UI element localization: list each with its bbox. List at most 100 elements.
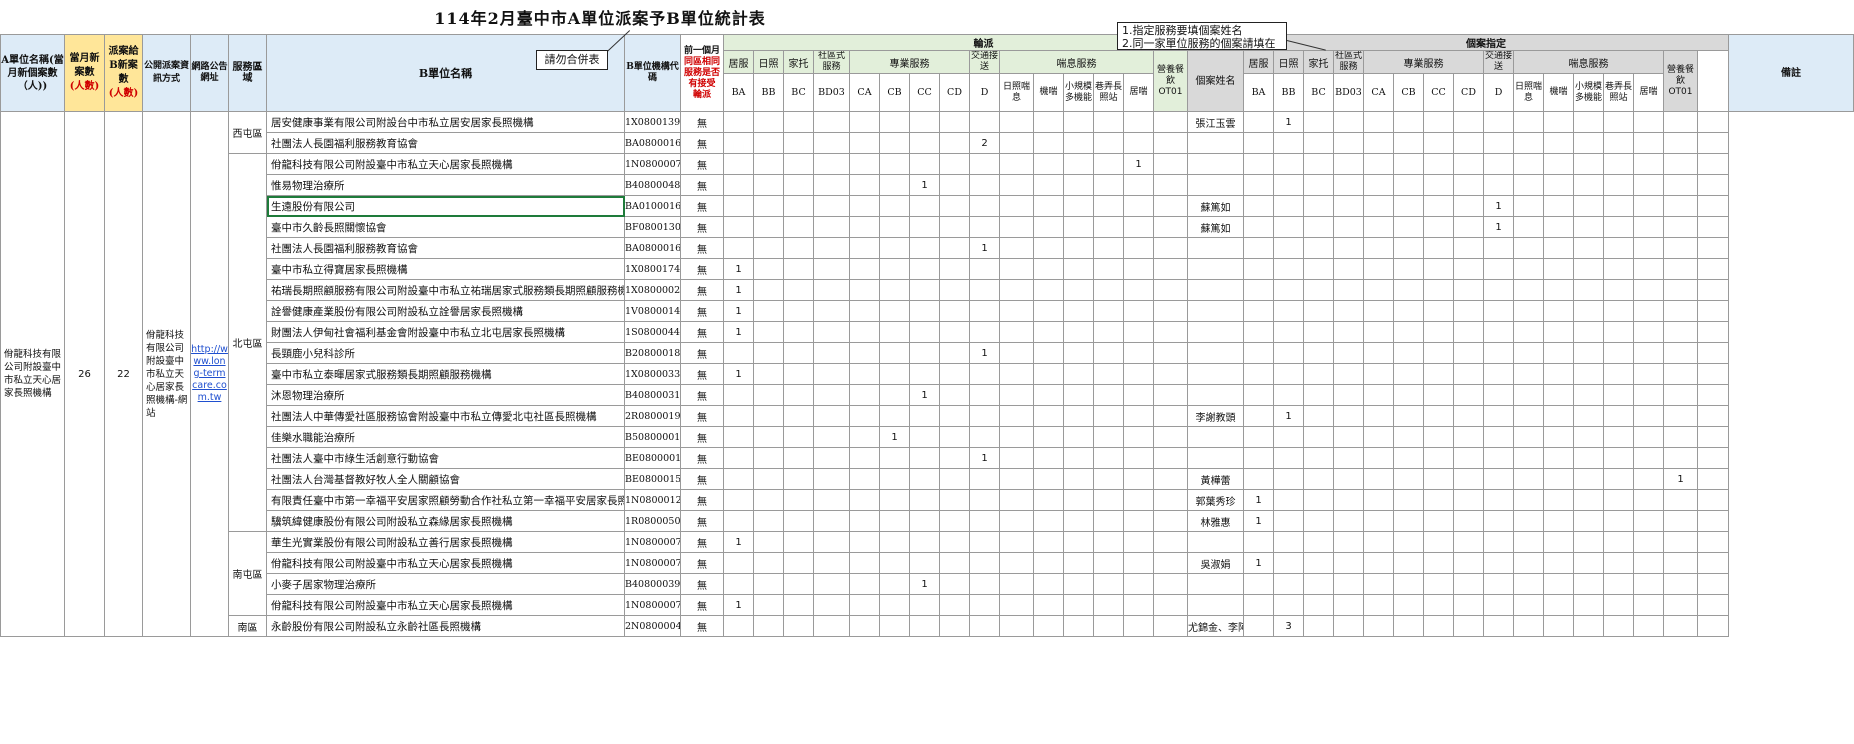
rotation-cell[interactable] — [1033, 615, 1064, 637]
rotation-cell[interactable] — [753, 615, 784, 637]
rotation-cell[interactable] — [1123, 258, 1154, 280]
designated-cell[interactable] — [1453, 363, 1484, 385]
rotation-cell[interactable] — [723, 468, 754, 490]
designated-cell[interactable] — [1483, 384, 1514, 406]
rotation-cell[interactable] — [999, 279, 1034, 301]
rotation-cell[interactable] — [1093, 615, 1124, 637]
rotation-cell[interactable] — [909, 153, 940, 175]
rotation-cell[interactable] — [1093, 468, 1124, 490]
designated-cell[interactable] — [1423, 300, 1454, 322]
prev-month-flag[interactable]: 無 — [680, 552, 724, 574]
designated-cell[interactable] — [1273, 552, 1304, 574]
designated-cell[interactable] — [1423, 111, 1454, 133]
rotation-cell[interactable] — [1153, 195, 1188, 217]
rotation-cell[interactable] — [849, 531, 880, 553]
designated-cell[interactable] — [1513, 363, 1544, 385]
designated-cell[interactable] — [1453, 426, 1484, 448]
designated-cell[interactable] — [1543, 300, 1574, 322]
designated-cell[interactable] — [1543, 258, 1574, 280]
designated-cell[interactable] — [1663, 405, 1698, 427]
designated-cell[interactable] — [1453, 489, 1484, 511]
rotation-cell[interactable] — [969, 384, 1000, 406]
rotation-cell[interactable] — [879, 531, 910, 553]
b-unit-code[interactable]: B40800039 — [624, 573, 681, 595]
rotation-cell[interactable] — [879, 573, 910, 595]
rotation-cell[interactable] — [1093, 174, 1124, 196]
designated-cell[interactable] — [1573, 363, 1604, 385]
rotation-cell[interactable] — [999, 573, 1034, 595]
designated-cell[interactable] — [1573, 489, 1604, 511]
b-unit-name[interactable]: 佾龍科技有限公司附設臺中市私立天心居家長照機構 — [266, 153, 625, 175]
remarks-cell[interactable] — [1697, 573, 1729, 595]
rotation-cell[interactable] — [1033, 447, 1064, 469]
rotation-cell[interactable] — [969, 216, 1000, 238]
designated-cell[interactable] — [1513, 384, 1544, 406]
rotation-cell[interactable] — [783, 195, 814, 217]
rotation-cell[interactable] — [1063, 195, 1094, 217]
designated-cell[interactable] — [1633, 279, 1664, 301]
designated-cell[interactable] — [1363, 489, 1394, 511]
case-name[interactable] — [1187, 531, 1244, 553]
designated-cell[interactable]: 1 — [1243, 552, 1274, 574]
designated-cell[interactable] — [1513, 300, 1544, 322]
rotation-cell[interactable] — [969, 195, 1000, 217]
rotation-cell[interactable] — [813, 468, 850, 490]
designated-cell[interactable] — [1453, 552, 1484, 574]
designated-cell[interactable] — [1363, 594, 1394, 616]
designated-cell[interactable] — [1363, 384, 1394, 406]
designated-cell[interactable] — [1513, 237, 1544, 259]
rotation-cell[interactable] — [813, 342, 850, 364]
rotation-cell[interactable] — [813, 300, 850, 322]
designated-cell[interactable] — [1363, 132, 1394, 154]
designated-cell[interactable] — [1573, 573, 1604, 595]
rotation-cell[interactable] — [753, 384, 784, 406]
rotation-cell[interactable] — [783, 342, 814, 364]
designated-cell[interactable] — [1303, 363, 1334, 385]
prev-month-flag[interactable]: 無 — [680, 174, 724, 196]
rotation-cell[interactable] — [783, 426, 814, 448]
rotation-cell[interactable] — [939, 195, 970, 217]
b-unit-code[interactable]: B20800018 — [624, 342, 681, 364]
designated-cell[interactable] — [1513, 594, 1544, 616]
designated-cell[interactable] — [1663, 615, 1698, 637]
rotation-cell[interactable] — [1033, 111, 1064, 133]
b-unit-name[interactable]: 臺中市久齡長照關懷協會 — [266, 216, 625, 238]
rotation-cell[interactable] — [1093, 384, 1124, 406]
designated-cell[interactable]: 1 — [1483, 195, 1514, 217]
rotation-cell[interactable] — [999, 531, 1034, 553]
rotation-cell[interactable] — [999, 426, 1034, 448]
rotation-cell[interactable] — [813, 363, 850, 385]
remarks-cell[interactable] — [1697, 510, 1729, 532]
designated-cell[interactable] — [1543, 447, 1574, 469]
designated-cell[interactable] — [1453, 279, 1484, 301]
rotation-cell[interactable] — [783, 279, 814, 301]
designated-cell[interactable] — [1303, 531, 1334, 553]
service-area[interactable]: 南屯區 — [228, 531, 267, 616]
rotation-cell[interactable] — [999, 216, 1034, 238]
rotation-cell[interactable] — [753, 468, 784, 490]
rotation-cell[interactable] — [999, 510, 1034, 532]
rotation-cell[interactable] — [723, 153, 754, 175]
designated-cell[interactable] — [1423, 594, 1454, 616]
designated-cell[interactable] — [1243, 216, 1274, 238]
remarks-cell[interactable] — [1697, 405, 1729, 427]
rotation-cell[interactable] — [1033, 300, 1064, 322]
rotation-cell[interactable] — [1123, 300, 1154, 322]
rotation-cell[interactable]: 1 — [909, 174, 940, 196]
rotation-cell[interactable] — [1033, 258, 1064, 280]
rotation-cell[interactable] — [1063, 174, 1094, 196]
rotation-cell[interactable] — [969, 279, 1000, 301]
designated-cell[interactable] — [1633, 573, 1664, 595]
rotation-cell[interactable] — [939, 510, 970, 532]
designated-cell[interactable] — [1243, 321, 1274, 343]
rotation-cell[interactable] — [1063, 447, 1094, 469]
designated-cell[interactable] — [1603, 405, 1634, 427]
rotation-cell[interactable] — [1153, 468, 1188, 490]
rotation-cell[interactable] — [999, 489, 1034, 511]
rotation-cell[interactable] — [939, 279, 970, 301]
remarks-cell[interactable] — [1697, 384, 1729, 406]
rotation-cell[interactable] — [1093, 195, 1124, 217]
rotation-cell[interactable] — [753, 279, 784, 301]
rotation-cell[interactable] — [753, 258, 784, 280]
designated-cell[interactable] — [1303, 426, 1334, 448]
